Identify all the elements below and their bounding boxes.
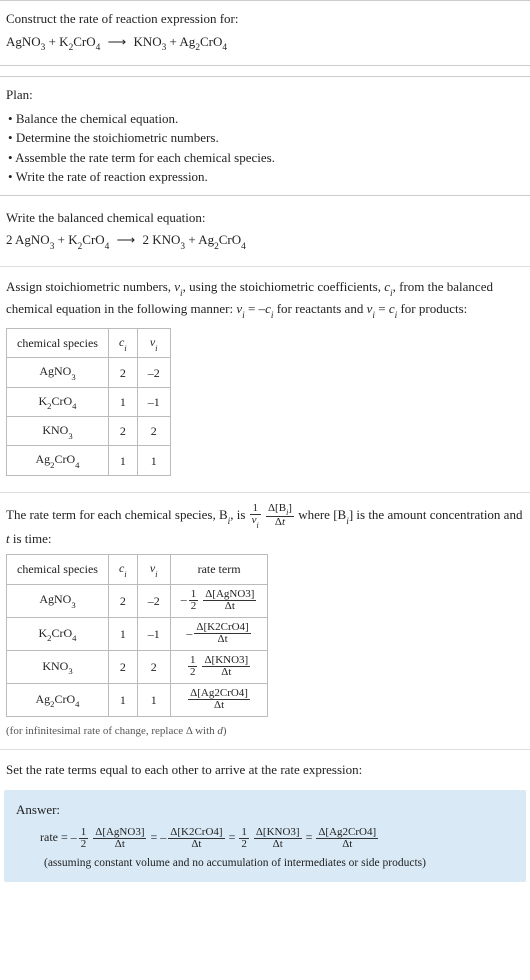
rate-term-section: The rate term for each chemical species,…	[0, 501, 530, 742]
col-vi: νi	[137, 555, 170, 584]
answer-note: (assuming constant volume and no accumul…	[44, 855, 514, 872]
col-ci: ci	[108, 329, 137, 358]
plan-step-2: Determine the stoichiometric numbers.	[8, 128, 524, 148]
table-row: KNO32212 Δ[KNO3]Δt	[7, 650, 268, 683]
balanced-equation: 2 AgNO3 + K2CrO4 ⟶ 2 KNO3 + Ag2CrO4	[6, 230, 524, 253]
answer-rate-expression: rate = –12 Δ[AgNO3]Δt = –Δ[K2CrO4]Δt = 1…	[40, 825, 514, 850]
vi-cell: –2	[137, 358, 170, 387]
rate-term-part: = Δ[Ag2CrO4]Δt	[303, 830, 380, 844]
rate-term-part: = 12 Δ[KNO3]Δt	[226, 830, 303, 844]
vi-cell: 2	[137, 650, 170, 683]
species-cell: AgNO3	[7, 584, 109, 617]
plan-heading: Plan:	[6, 85, 524, 105]
rate-term-part: = –Δ[K2CrO4]Δt	[147, 830, 225, 844]
species-cell: Ag2CrO4	[7, 683, 109, 716]
rate-expression-heading: Set the rate terms equal to each other t…	[6, 760, 524, 780]
species-cell: AgNO3	[7, 358, 109, 387]
rate-term-cell: –Δ[K2CrO4]Δt	[170, 617, 268, 650]
rate-term-frac-2: Δ[Bi] Δt	[266, 503, 294, 529]
divider-2	[0, 492, 530, 493]
table-caption: (for infinitesimal rate of change, repla…	[6, 723, 524, 740]
table-header-row: chemical species ci νi	[7, 329, 171, 358]
table-row: KNO322	[7, 417, 171, 446]
stoich-assign-text: Assign stoichiometric numbers, νi, using…	[6, 277, 524, 322]
vi-cell: –1	[137, 387, 170, 416]
table-row: Ag2CrO411	[7, 446, 171, 475]
table-row: AgNO32–2	[7, 358, 171, 387]
plan-step-4: Write the rate of reaction expression.	[8, 167, 524, 187]
col-ci: ci	[108, 555, 137, 584]
plan-section: Plan: Balance the chemical equation. Det…	[0, 76, 530, 196]
ci-cell: 2	[108, 650, 137, 683]
answer-label: Answer:	[16, 800, 514, 820]
rate-term-cell: Δ[Ag2CrO4]Δt	[170, 683, 268, 716]
divider-3	[0, 749, 530, 750]
ci-cell: 2	[108, 417, 137, 446]
rate-expression-heading-block: Set the rate terms equal to each other t…	[0, 758, 530, 782]
ci-cell: 2	[108, 584, 137, 617]
ci-cell: 1	[108, 617, 137, 650]
balanced-section: Write the balanced chemical equation: 2 …	[0, 206, 530, 258]
species-cell: K2CrO4	[7, 617, 109, 650]
plan-step-1: Balance the chemical equation.	[8, 109, 524, 129]
table-header-row: chemical species ci νi rate term	[7, 555, 268, 584]
rate-term-text: The rate term for each chemical species,…	[6, 503, 524, 549]
vi-cell: –1	[137, 617, 170, 650]
ci-cell: 1	[108, 387, 137, 416]
col-species: chemical species	[7, 555, 109, 584]
prompt-section: Construct the rate of reaction expressio…	[0, 0, 530, 66]
prompt-heading: Construct the rate of reaction expressio…	[6, 9, 524, 29]
col-rate-term: rate term	[170, 555, 268, 584]
table-row: AgNO32–2–12 Δ[AgNO3]Δt	[7, 584, 268, 617]
col-vi: νi	[137, 329, 170, 358]
divider-1	[0, 266, 530, 267]
rate-term-part: –12 Δ[AgNO3]Δt	[71, 830, 148, 844]
table-row: Ag2CrO411Δ[Ag2CrO4]Δt	[7, 683, 268, 716]
rate-lead: rate =	[40, 830, 71, 844]
species-cell: KNO3	[7, 650, 109, 683]
stoich-table: chemical species ci νi AgNO32–2K2CrO41–1…	[6, 328, 171, 476]
vi-cell: –2	[137, 584, 170, 617]
stoich-assign-section: Assign stoichiometric numbers, νi, using…	[0, 275, 530, 484]
rate-term-cell: 12 Δ[KNO3]Δt	[170, 650, 268, 683]
balanced-heading: Write the balanced chemical equation:	[6, 208, 524, 228]
rate-term-frac-1: 1 νi	[250, 503, 261, 529]
vi-cell: 1	[137, 683, 170, 716]
table-row: K2CrO41–1	[7, 387, 171, 416]
rate-term-cell: –12 Δ[AgNO3]Δt	[170, 584, 268, 617]
ci-cell: 2	[108, 358, 137, 387]
vi-cell: 1	[137, 446, 170, 475]
species-cell: KNO3	[7, 417, 109, 446]
ci-cell: 1	[108, 683, 137, 716]
col-species: chemical species	[7, 329, 109, 358]
plan-step-3: Assemble the rate term for each chemical…	[8, 148, 524, 168]
table-row: K2CrO41–1–Δ[K2CrO4]Δt	[7, 617, 268, 650]
plan-bullets: Balance the chemical equation. Determine…	[8, 109, 524, 187]
answer-box: Answer: rate = –12 Δ[AgNO3]Δt = –Δ[K2CrO…	[4, 790, 526, 882]
vi-cell: 2	[137, 417, 170, 446]
rate-term-table: chemical species ci νi rate term AgNO32–…	[6, 554, 268, 717]
species-cell: K2CrO4	[7, 387, 109, 416]
ci-cell: 1	[108, 446, 137, 475]
rate-term-pre: The rate term for each chemical species,…	[6, 507, 249, 522]
unbalanced-equation: AgNO3 + K2CrO4 ⟶ KNO3 + Ag2CrO4	[6, 32, 524, 55]
species-cell: Ag2CrO4	[7, 446, 109, 475]
